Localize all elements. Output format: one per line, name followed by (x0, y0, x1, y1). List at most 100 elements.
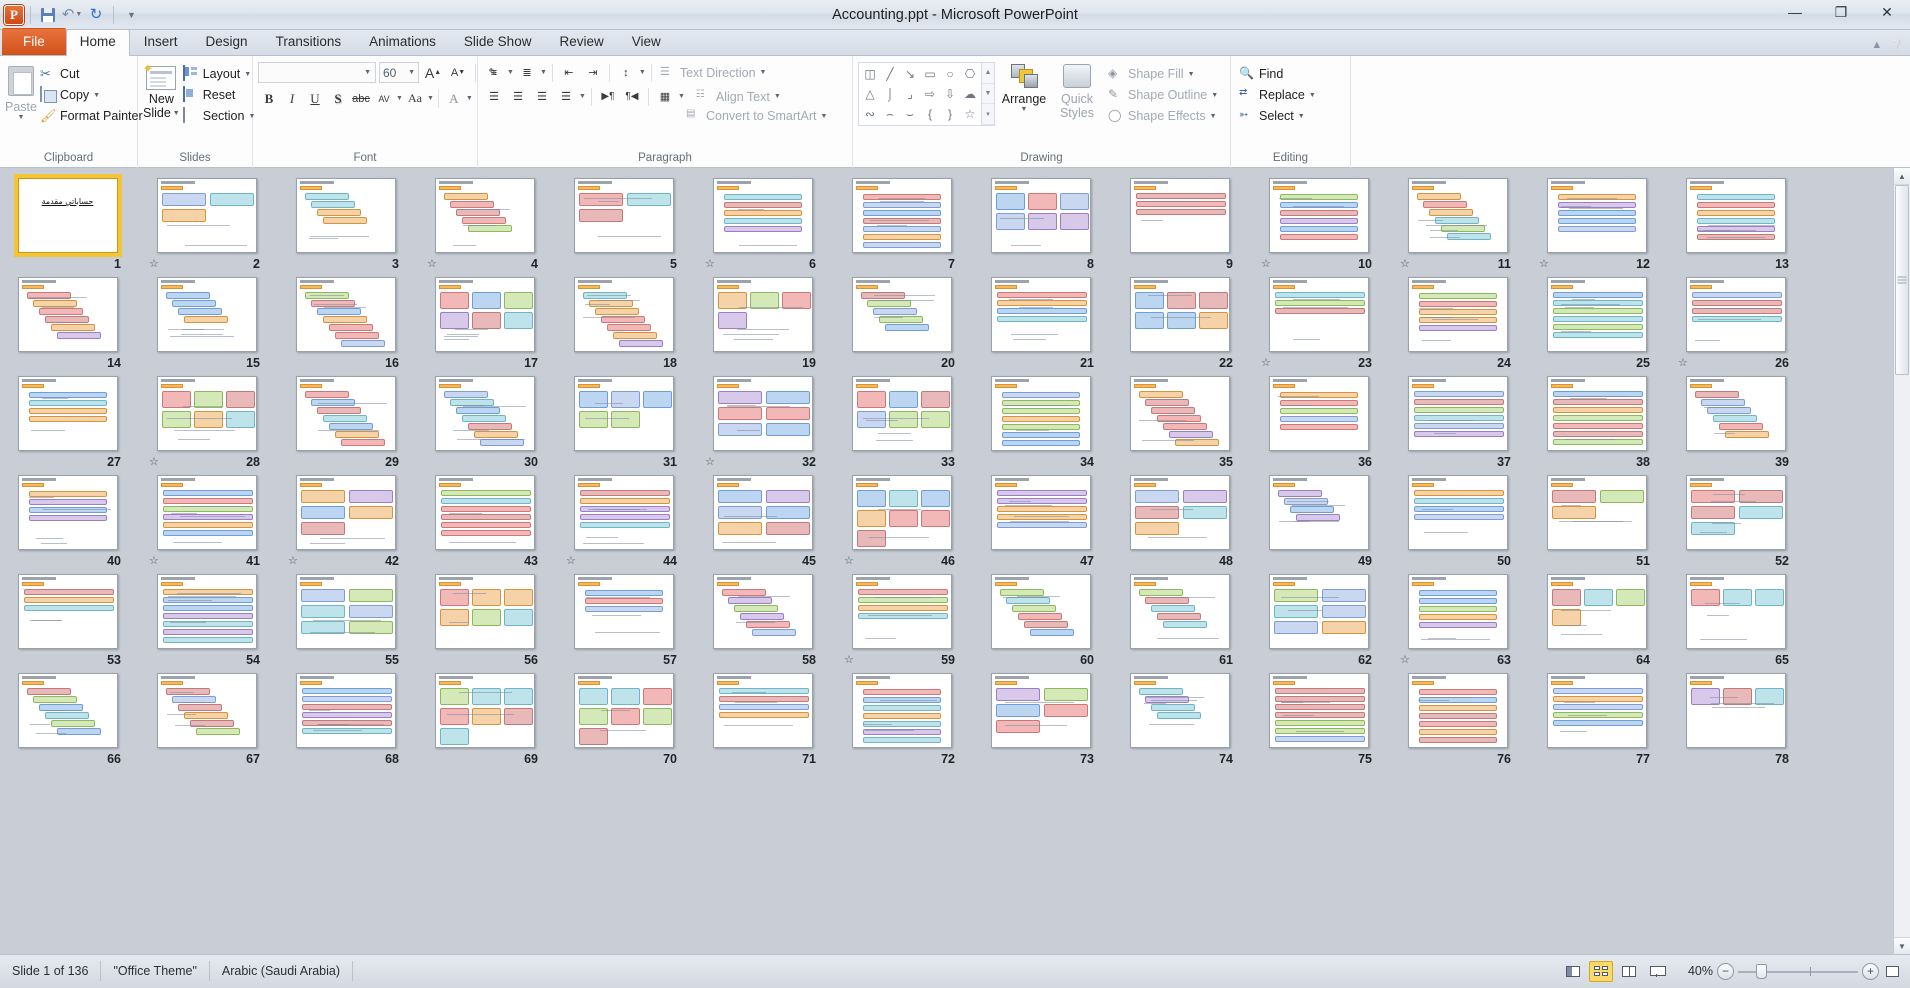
slide-thumbnail-image[interactable] (1129, 177, 1230, 253)
slide-thumbnail[interactable] (1684, 572, 1788, 650)
shape-effects-button[interactable]: ◯ Shape Effects ▼ (1105, 106, 1221, 126)
slide-thumbnail-selected[interactable]: حساباتي مقدمة (13, 173, 122, 257)
animation-star-icon[interactable]: ☆ (427, 258, 441, 271)
slide-thumbnail[interactable] (711, 671, 815, 749)
slide-thumbnail-cell[interactable]: حساباتي مقدمة ☆1 (8, 173, 127, 274)
animation-star-icon[interactable]: ☆ (844, 654, 858, 667)
slide-thumbnail[interactable] (1684, 473, 1788, 551)
fit-to-window-button[interactable] (1883, 963, 1902, 980)
slide-thumbnail-cell[interactable]: ☆7 (842, 176, 961, 274)
slide-show-button[interactable] (1645, 961, 1669, 982)
chevron-down-icon[interactable]: ▼ (507, 69, 514, 76)
slide-thumbnail[interactable] (294, 176, 398, 254)
right-brace-shape-icon[interactable]: } (940, 104, 960, 124)
slide-thumbnail-image[interactable] (1268, 672, 1369, 748)
slide-thumbnail[interactable] (989, 374, 1093, 452)
slide-thumbnail[interactable] (433, 572, 537, 650)
slide-thumbnail-cell[interactable]: ☆ 59 (842, 572, 961, 670)
slide-thumbnail-image[interactable] (1268, 375, 1369, 451)
slide-thumbnail-image[interactable] (1268, 573, 1369, 649)
slide-thumbnail-cell[interactable]: ☆49 (1259, 473, 1378, 571)
rectangle-shape-icon[interactable]: ▭ (920, 64, 940, 84)
slide-thumbnail-cell[interactable]: ☆31 (564, 374, 683, 472)
slide-thumbnail-image[interactable] (1685, 573, 1786, 649)
slide-thumbnail-cell[interactable]: ☆18 (564, 275, 683, 373)
elbow-arrow-shape-icon[interactable]: ⌟ (900, 84, 920, 104)
slide-thumbnail-image[interactable] (1407, 672, 1508, 748)
slide-thumbnail-cell[interactable]: ☆36 (1259, 374, 1378, 472)
font-name-input[interactable]: ▼ (258, 62, 376, 83)
font-size-input[interactable]: 60 ▼ (379, 62, 419, 83)
chevron-down-icon[interactable]: ▼ (820, 113, 827, 120)
slide-thumbnail-image[interactable] (851, 474, 952, 550)
slide-thumbnail[interactable] (1267, 671, 1371, 749)
slide-thumbnail[interactable] (1684, 374, 1788, 452)
slide-thumbnail[interactable] (155, 671, 259, 749)
slide-thumbnail-cell[interactable]: ☆65 (1676, 572, 1795, 670)
close-button[interactable]: ✕ (1864, 1, 1910, 23)
slide-thumbnail[interactable] (1545, 374, 1649, 452)
align-center-button[interactable]: ☰ (507, 86, 529, 107)
scrollbar-thumb[interactable] (1895, 185, 1909, 375)
slide-thumbnail[interactable] (572, 176, 676, 254)
cut-button[interactable]: ✂ Cut (37, 64, 146, 84)
slide-thumbnail-image[interactable] (1546, 573, 1647, 649)
slide-thumbnail-cell[interactable]: ☆17 (425, 275, 544, 373)
slide-thumbnail[interactable] (989, 671, 1093, 749)
slide-thumbnail-image[interactable] (1268, 474, 1369, 550)
slide-thumbnail-image[interactable] (1407, 276, 1508, 352)
text-direction-button[interactable]: ☰ Text Direction ▼ (657, 63, 770, 83)
change-case-button[interactable]: Aa (404, 88, 426, 109)
character-spacing-button[interactable]: AV (373, 88, 395, 109)
slide-thumbnail-cell[interactable]: ☆38 (1537, 374, 1656, 472)
slide-thumbnail-image[interactable] (712, 573, 813, 649)
slide-thumbnail-image[interactable] (851, 375, 952, 451)
bullets-button[interactable]: ≡ (483, 62, 505, 83)
animation-star-icon[interactable]: ☆ (705, 258, 719, 271)
vertical-scrollbar[interactable]: ▲ ▼ (1893, 168, 1910, 954)
slide-thumbnail-image[interactable] (295, 474, 396, 550)
slide-thumbnail-image[interactable] (1546, 177, 1647, 253)
slide-thumbnail-cell[interactable]: ☆51 (1537, 473, 1656, 571)
slide-thumbnail[interactable] (1545, 671, 1649, 749)
redo-button[interactable]: ↻ (85, 4, 107, 26)
slide-thumbnail[interactable] (850, 671, 954, 749)
slide-thumbnail-cell[interactable]: ☆39 (1676, 374, 1795, 472)
slide-thumbnail-image[interactable] (1407, 375, 1508, 451)
underline-button[interactable]: U (304, 88, 326, 109)
animation-star-icon[interactable]: ☆ (149, 555, 163, 568)
reset-button[interactable]: Reset (180, 85, 259, 105)
animation-star-icon[interactable]: ☆ (844, 555, 858, 568)
slide-thumbnail-cell[interactable]: ☆19 (703, 275, 822, 373)
save-button[interactable] (37, 4, 59, 26)
slide-thumbnail[interactable]: حساباتي مقدمة (13, 173, 122, 257)
chevron-down-icon[interactable]: ▼ (1188, 71, 1195, 78)
slide-thumbnail[interactable] (433, 671, 537, 749)
scroll-down-button[interactable]: ▼ (1894, 937, 1910, 954)
slide-thumbnail-image[interactable] (17, 672, 118, 748)
slide-thumbnail-image[interactable] (990, 276, 1091, 352)
slide-thumbnail-image[interactable] (573, 672, 674, 748)
section-button[interactable]: Section ▼ (180, 106, 259, 126)
scroll-up-icon[interactable]: ▲ (982, 63, 994, 84)
slide-thumbnail[interactable] (1267, 176, 1371, 254)
slide-thumbnail[interactable] (1128, 572, 1232, 650)
shapes-gallery-scrollbar[interactable]: ▲ ▼ ▾ (982, 62, 995, 126)
slide-thumbnail-cell[interactable]: ☆67 (147, 671, 266, 769)
slide-thumbnail-image[interactable] (1685, 474, 1786, 550)
chevron-down-icon[interactable]: ▼ (1210, 113, 1217, 120)
slide-sorter-pane[interactable]: حساباتي مقدمة☆1☆2☆3☆4☆5☆6☆7☆8☆9☆10☆11☆12… (0, 168, 1910, 954)
slide-thumbnail[interactable] (1267, 374, 1371, 452)
slide-thumbnail-image[interactable] (1546, 672, 1647, 748)
slide-thumbnail[interactable] (1545, 473, 1649, 551)
slide-thumbnail-image[interactable] (156, 276, 257, 352)
slide-thumbnail[interactable] (572, 374, 676, 452)
slide-thumbnail-cell[interactable]: ☆68 (286, 671, 405, 769)
bold-button[interactable]: B (258, 88, 280, 109)
slide-thumbnail-image[interactable] (1685, 672, 1786, 748)
line-spacing-button[interactable]: ↕ (615, 62, 637, 83)
slide-thumbnail-cell[interactable]: ☆70 (564, 671, 683, 769)
slide-thumbnail-image[interactable] (434, 276, 535, 352)
slide-thumbnail[interactable] (850, 572, 954, 650)
slide-thumbnail[interactable] (1545, 275, 1649, 353)
